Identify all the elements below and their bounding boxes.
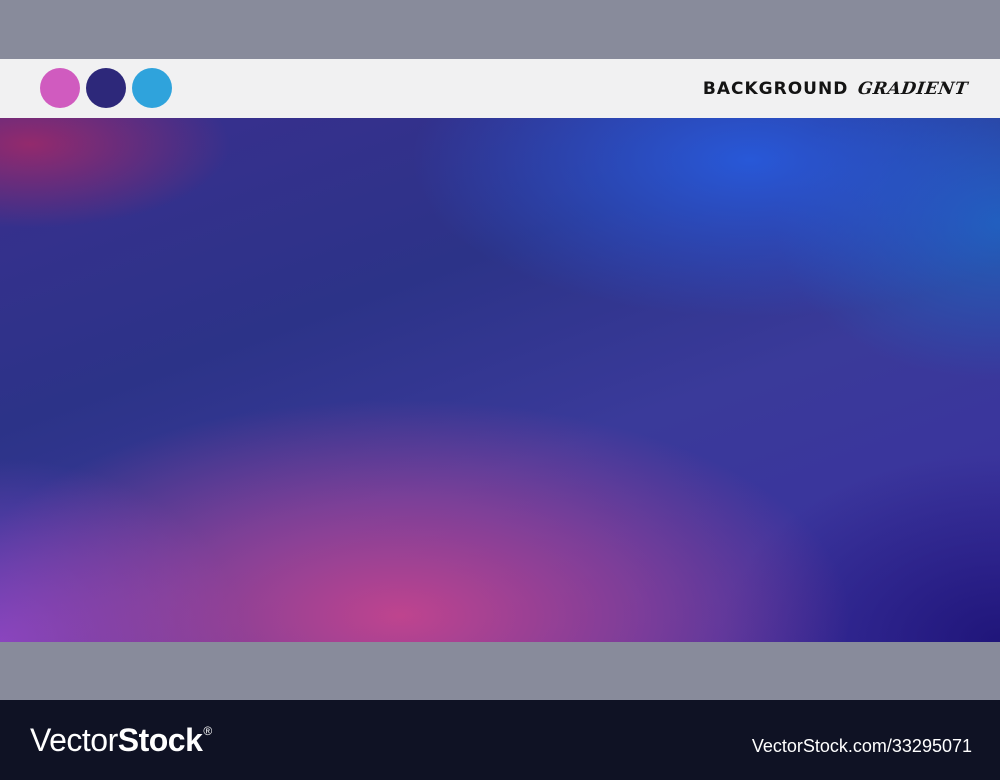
swatch-navy <box>86 68 126 108</box>
swatch-pink <box>40 68 80 108</box>
footer: VectorStock® VectorStock.com/33295071 <box>0 700 1000 780</box>
logo-light: Vector <box>30 722 118 758</box>
swatch-blue <box>132 68 172 108</box>
gradient-background <box>0 118 1000 642</box>
logo-bold: Stock <box>117 722 203 758</box>
vectorstock-logo: VectorStock® <box>30 722 212 759</box>
bottom-band <box>0 642 1000 700</box>
top-band <box>0 0 1000 59</box>
title-main: BACKGROUND <box>702 79 849 99</box>
title-accent: GRADIENT <box>856 79 970 99</box>
stock-id: VectorStock.com/33295071 <box>751 736 972 756</box>
title: BACKGROUND GRADIENT <box>702 75 970 103</box>
header-bar: BACKGROUND GRADIENT <box>0 59 1000 118</box>
registered-mark: ® <box>203 724 212 738</box>
